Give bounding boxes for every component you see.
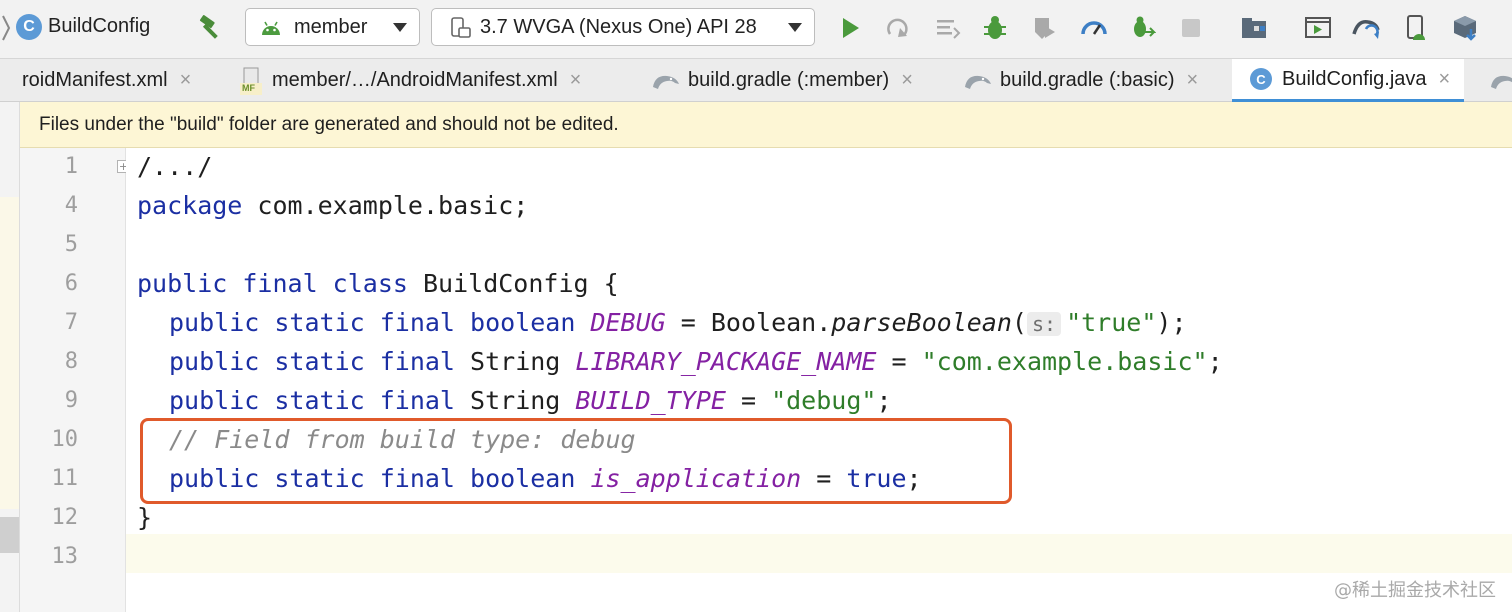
gradle-icon bbox=[965, 75, 991, 89]
debug-icon[interactable] bbox=[981, 14, 1009, 42]
tab-label: build.gradle (:basic) bbox=[1000, 69, 1175, 91]
notice-text: Files under the "build" folder are gener… bbox=[39, 114, 619, 135]
line-number: 7 bbox=[64, 310, 78, 335]
manifest-icon: MF bbox=[240, 66, 264, 96]
sdk-manager-icon[interactable] bbox=[1452, 14, 1480, 42]
tab-build-gradle-basic[interactable]: build.gradle (:basic) × bbox=[964, 59, 1198, 102]
chevron-down-icon bbox=[393, 23, 407, 32]
breadcrumb-chevron-icon[interactable] bbox=[0, 10, 12, 46]
line-number: 10 bbox=[51, 427, 79, 452]
breadcrumb-class-icon: C bbox=[16, 14, 42, 40]
caret-line-highlight bbox=[126, 534, 1512, 573]
run-configuration-dropdown[interactable]: member bbox=[245, 8, 420, 46]
line-number: 13 bbox=[51, 544, 79, 569]
apply-changes-icon[interactable] bbox=[884, 14, 912, 42]
code-line-12: } bbox=[137, 503, 153, 532]
line-number: 4 bbox=[64, 193, 78, 218]
attach-debugger-icon[interactable] bbox=[1128, 14, 1156, 42]
line-number: 1 bbox=[64, 154, 78, 179]
device-manager-icon[interactable] bbox=[1402, 14, 1430, 42]
parameter-hint: s: bbox=[1026, 312, 1062, 336]
close-icon[interactable]: × bbox=[901, 69, 913, 92]
gradle-icon bbox=[653, 75, 679, 89]
strip-highlight bbox=[0, 197, 19, 509]
code-line-9: public static final String BUILD_TYPE = … bbox=[169, 386, 892, 415]
project-structure-icon[interactable] bbox=[1240, 14, 1268, 42]
hammer-icon[interactable] bbox=[196, 14, 224, 42]
run-icon[interactable] bbox=[836, 14, 864, 42]
tab-label: roidManifest.xml bbox=[22, 69, 168, 91]
close-icon[interactable]: × bbox=[180, 69, 192, 92]
strip-marker bbox=[0, 517, 19, 553]
generated-file-notice: Files under the "build" folder are gener… bbox=[20, 102, 1512, 148]
device-label: 3.7 WVGA (Nexus One) API 28 bbox=[480, 15, 757, 38]
annotation-highlight-box bbox=[140, 418, 1012, 504]
watermark: @稀土掘金技术社区 bbox=[1334, 580, 1496, 601]
stop-icon[interactable] bbox=[1177, 14, 1205, 42]
tab-build-gradle-member[interactable]: build.gradle (:member) × bbox=[652, 59, 913, 102]
breadcrumb-title[interactable]: BuildConfig bbox=[48, 15, 150, 38]
line-number: 11 bbox=[51, 466, 79, 491]
close-icon[interactable]: × bbox=[1439, 68, 1451, 91]
code-line-4: package com.example.basic; bbox=[137, 191, 529, 220]
coverage-icon[interactable] bbox=[1030, 14, 1058, 42]
sync-gradle-icon[interactable] bbox=[1352, 14, 1380, 42]
line-number: 12 bbox=[51, 505, 79, 530]
main-toolbar: C BuildConfig member 3.7 WVGA (Nexus One… bbox=[0, 0, 1512, 58]
tab-android-manifest[interactable]: roidManifest.xml × bbox=[22, 59, 191, 102]
gradle-icon[interactable] bbox=[1490, 71, 1512, 91]
android-icon bbox=[262, 21, 280, 35]
profile-icon[interactable] bbox=[1080, 14, 1108, 42]
line-number: 9 bbox=[64, 388, 78, 413]
tab-member-manifest[interactable]: MF member/…/AndroidManifest.xml × bbox=[240, 59, 581, 102]
line-number: 8 bbox=[64, 349, 78, 374]
device-dropdown[interactable]: 3.7 WVGA (Nexus One) API 28 bbox=[431, 8, 815, 46]
line-number: 6 bbox=[64, 271, 78, 296]
class-icon: C bbox=[1250, 68, 1272, 90]
close-icon[interactable]: × bbox=[570, 69, 582, 92]
editor-tab-strip: roidManifest.xml × MF member/…/AndroidMa… bbox=[0, 58, 1512, 102]
code-editor[interactable]: /.../ package com.example.basic; public … bbox=[126, 148, 1512, 612]
close-icon[interactable]: × bbox=[1187, 69, 1199, 92]
apply-code-changes-icon[interactable] bbox=[934, 14, 962, 42]
tab-label: BuildConfig.java bbox=[1282, 67, 1427, 90]
device-icon bbox=[451, 17, 471, 38]
avd-manager-icon[interactable] bbox=[1304, 14, 1332, 42]
run-configuration-label: member bbox=[294, 15, 368, 38]
code-line-6: public final class BuildConfig { bbox=[137, 269, 619, 298]
tab-label: member/…/AndroidManifest.xml bbox=[272, 69, 558, 91]
code-line-8: public static final String LIBRARY_PACKA… bbox=[169, 347, 1223, 376]
code-line-7: public static final boolean DEBUG = Bool… bbox=[169, 308, 1187, 337]
line-number-gutter: 1 + 4 5 6 7 8 9 10 11 12 13 bbox=[20, 148, 130, 612]
line-number: 5 bbox=[64, 232, 78, 257]
left-tool-strip bbox=[0, 102, 20, 612]
code-line-1: /.../ bbox=[137, 152, 213, 181]
tab-label: build.gradle (:member) bbox=[688, 69, 890, 91]
chevron-down-icon bbox=[788, 23, 802, 32]
tab-build-config-java[interactable]: C BuildConfig.java × bbox=[1232, 59, 1465, 102]
